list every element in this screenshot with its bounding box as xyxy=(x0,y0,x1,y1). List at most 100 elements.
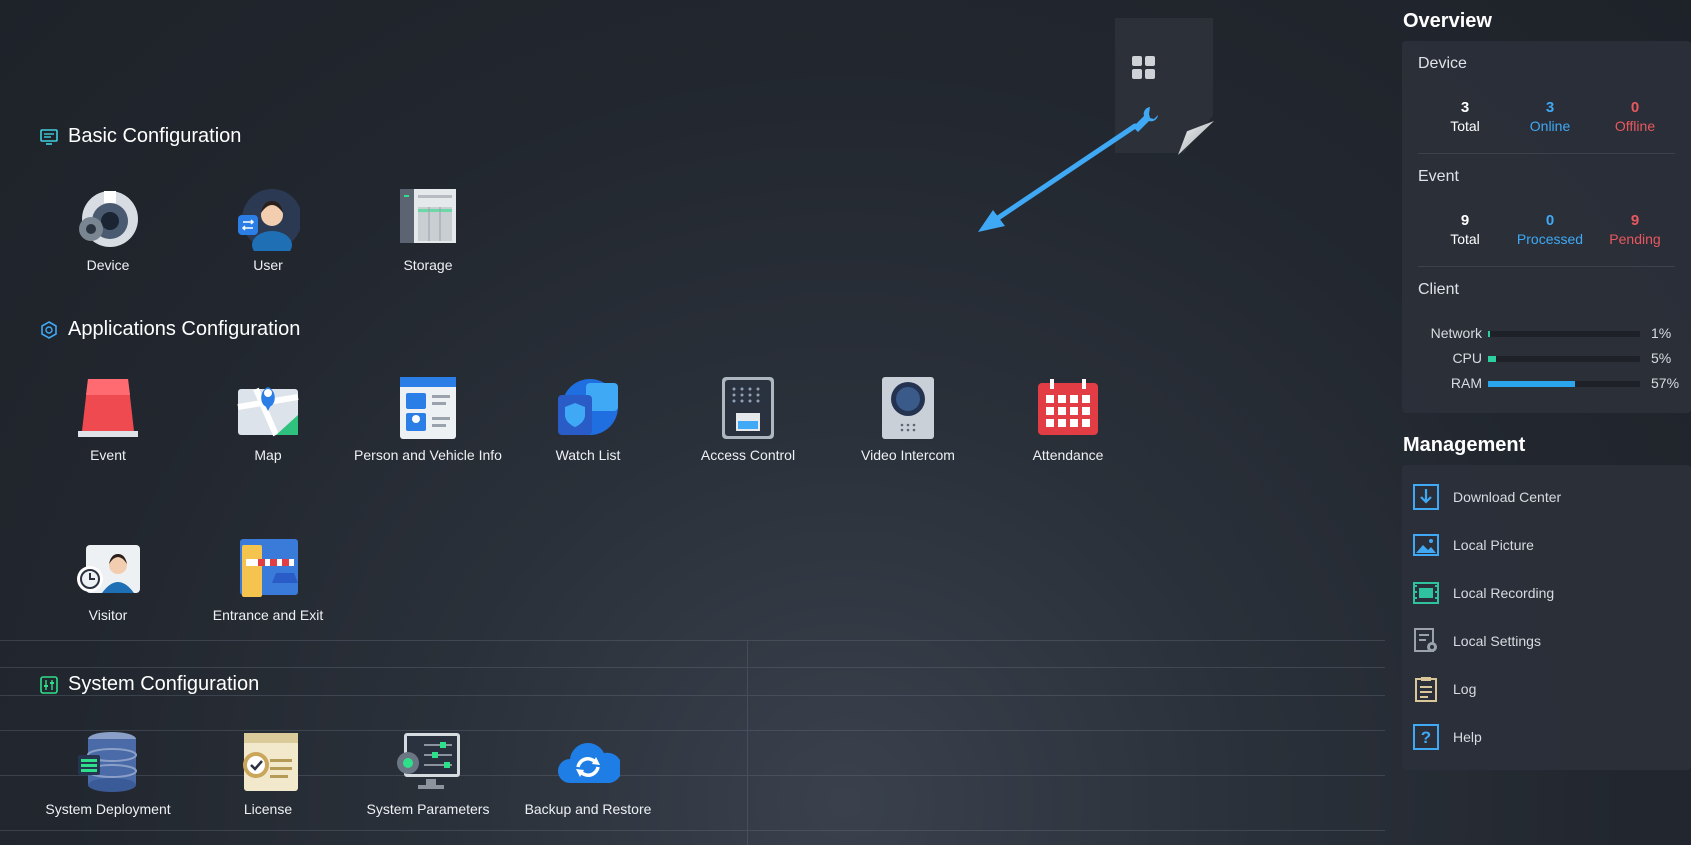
event-total-stat[interactable]: 9 Total xyxy=(1423,212,1507,247)
app-person-vehicle-info[interactable]: Person and Vehicle Info xyxy=(353,377,503,464)
device-online-stat[interactable]: 3 Online xyxy=(1508,99,1592,134)
cpu-bar-fill xyxy=(1488,356,1496,362)
event-processed-stat[interactable]: 0 Processed xyxy=(1508,212,1592,247)
hexagon-icon xyxy=(40,320,58,339)
app-backup-and-restore[interactable]: Backup and Restore xyxy=(513,731,663,818)
log-icon xyxy=(1413,676,1439,702)
picture-icon xyxy=(1413,532,1439,558)
app-event[interactable]: Event xyxy=(33,377,183,464)
app-attendance[interactable]: Attendance xyxy=(993,377,1143,464)
calendar-icon xyxy=(1036,377,1100,441)
menu-label: Local Settings xyxy=(1453,633,1541,649)
watch-list-icon xyxy=(556,377,620,441)
barrier-gate-icon xyxy=(236,537,300,601)
app-system-deployment[interactable]: System Deployment xyxy=(33,731,183,818)
app-entrance-and-exit[interactable]: Entrance and Exit xyxy=(193,537,343,624)
network-metric: Network 1% xyxy=(1418,325,1678,345)
device-icon xyxy=(76,187,140,251)
event-total-value: 9 xyxy=(1460,212,1470,229)
cloud-sync-icon xyxy=(556,731,623,795)
menu-label: Help xyxy=(1453,729,1482,745)
event-processed-value: 0 xyxy=(1545,212,1555,229)
overview-card: Device 3 Total 3 Online 0 Offline Event … xyxy=(1402,41,1691,413)
app-label: Event xyxy=(90,447,126,463)
app-user[interactable]: User xyxy=(193,187,343,274)
log-item[interactable]: Log xyxy=(1413,674,1476,704)
visitor-icon xyxy=(76,537,140,601)
menu-label: Download Center xyxy=(1453,489,1562,505)
management-title: Management xyxy=(1403,434,1526,456)
divider xyxy=(1418,266,1675,267)
metric-percent: 57% xyxy=(1651,375,1680,391)
management-card: Download Center Local Picture Local Reco… xyxy=(1402,465,1691,770)
download-center-item[interactable]: Download Center xyxy=(1413,482,1561,512)
device-total-stat[interactable]: 3 Total xyxy=(1423,99,1507,134)
app-label: Backup and Restore xyxy=(524,801,652,817)
metric-label: RAM xyxy=(1450,375,1482,391)
monitor-icon xyxy=(40,128,58,146)
app-label: Map xyxy=(254,447,282,463)
ram-bar xyxy=(1488,381,1640,387)
sliders-icon xyxy=(40,675,58,694)
app-license[interactable]: License xyxy=(193,731,343,818)
cpu-metric: CPU 5% xyxy=(1418,350,1678,370)
film-icon xyxy=(1413,580,1439,606)
download-icon xyxy=(1413,484,1439,510)
system-parameters-icon xyxy=(396,731,460,795)
user-icon xyxy=(236,187,302,259)
device-offline-label: Offline xyxy=(1614,118,1656,134)
menu-label: Local Recording xyxy=(1453,585,1555,601)
device-offline-value: 0 xyxy=(1630,99,1640,116)
device-offline-stat[interactable]: 0 Offline xyxy=(1593,99,1677,134)
event-title: Event xyxy=(1418,168,1459,185)
map-icon xyxy=(236,377,300,441)
storage-icon xyxy=(396,187,460,251)
event-pending-value: 9 xyxy=(1630,212,1640,229)
id-card-icon xyxy=(396,377,460,441)
section-title-text: Basic Configuration xyxy=(68,125,242,147)
event-pending-stat[interactable]: 9 Pending xyxy=(1593,212,1677,247)
help-item[interactable]: ? Help xyxy=(1413,722,1482,752)
overview-title: Overview xyxy=(1403,10,1492,32)
app-system-parameters[interactable]: System Parameters xyxy=(353,731,503,818)
local-settings-item[interactable]: Local Settings xyxy=(1413,626,1541,656)
app-label: Person and Vehicle Info xyxy=(354,447,502,463)
app-label: Video Intercom xyxy=(861,447,955,463)
app-label: Storage xyxy=(403,257,453,273)
app-storage[interactable]: Storage xyxy=(353,187,503,274)
device-title: Device xyxy=(1418,55,1467,72)
device-online-label: Online xyxy=(1529,118,1571,134)
app-watch-list[interactable]: Watch List xyxy=(513,377,663,464)
app-label: Access Control xyxy=(700,447,796,463)
app-visitor[interactable]: Visitor xyxy=(33,537,183,624)
network-bar xyxy=(1488,331,1640,337)
client-title: Client xyxy=(1418,281,1459,298)
app-access-control[interactable]: Access Control xyxy=(673,377,823,464)
section-basic-configuration: Basic Configuration xyxy=(40,125,241,148)
network-bar-fill xyxy=(1488,331,1491,337)
local-picture-item[interactable]: Local Picture xyxy=(1413,530,1534,560)
license-icon xyxy=(236,731,300,795)
menu-label: Log xyxy=(1453,681,1477,697)
access-control-icon xyxy=(716,377,780,441)
ram-bar-fill xyxy=(1488,381,1575,387)
device-online-value: 3 xyxy=(1545,99,1555,116)
help-icon: ? xyxy=(1413,724,1439,750)
app-map[interactable]: Map xyxy=(193,377,343,464)
app-label: User xyxy=(253,257,283,273)
event-processed-label: Processed xyxy=(1516,231,1584,247)
database-icon xyxy=(76,731,140,795)
app-device[interactable]: Device xyxy=(33,187,183,274)
grid-icon[interactable] xyxy=(1131,55,1157,81)
section-applications-configuration: Applications Configuration xyxy=(40,318,300,341)
section-title-text: System Configuration xyxy=(68,673,260,695)
divider xyxy=(1418,153,1675,154)
metric-percent: 1% xyxy=(1651,325,1672,341)
settings-document-icon xyxy=(1413,628,1439,654)
local-recording-item[interactable]: Local Recording xyxy=(1413,578,1554,608)
app-label: Attendance xyxy=(1032,447,1104,463)
app-label: Visitor xyxy=(88,607,128,623)
app-video-intercom[interactable]: Video Intercom xyxy=(833,377,983,464)
arrow-icon xyxy=(978,123,1138,232)
device-total-value: 3 xyxy=(1460,99,1470,116)
